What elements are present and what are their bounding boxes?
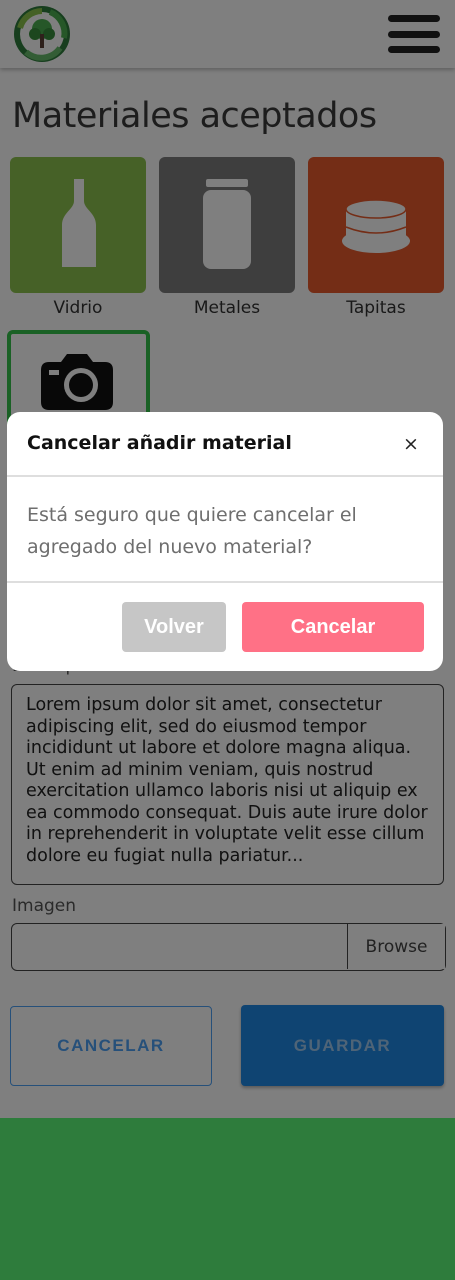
modal-message: Está seguro que quiere cancelar el agreg… bbox=[27, 504, 357, 558]
back-button[interactable]: Volver bbox=[122, 602, 226, 652]
cancel-confirm-modal: Cancelar añadir material × Está seguro q… bbox=[7, 412, 443, 671]
modal-divider bbox=[7, 475, 443, 477]
close-icon[interactable]: × bbox=[403, 432, 419, 456]
footer bbox=[0, 1118, 455, 1280]
modal-divider bbox=[7, 581, 443, 583]
confirm-cancel-button[interactable]: Cancelar bbox=[242, 602, 424, 652]
modal-title: Cancelar añadir material bbox=[27, 432, 292, 454]
